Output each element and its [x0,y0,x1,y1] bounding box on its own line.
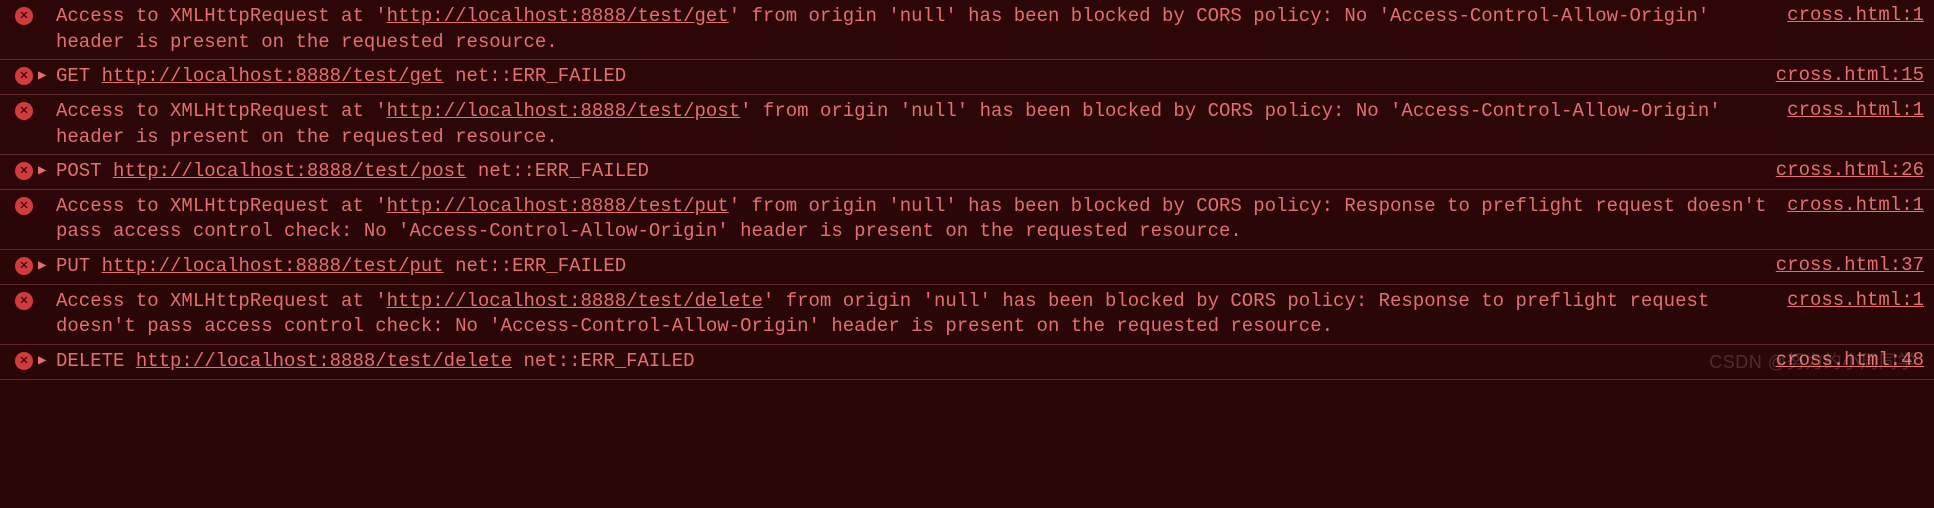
error-glyph: ✕ [20,199,28,213]
expand-spacer [38,289,56,292]
console-row[interactable]: ✕ Access to XMLHttpRequest at 'http://lo… [0,190,1934,250]
source-link[interactable]: cross.html:1 [1787,194,1924,216]
net-status: net::ERR_FAILED [478,160,649,182]
console-message: Access to XMLHttpRequest at 'http://loca… [56,194,1787,245]
expand-spacer [38,4,56,7]
error-glyph: ✕ [20,69,28,83]
error-icon: ✕ [10,159,38,180]
net-status: net::ERR_FAILED [524,350,695,372]
devtools-console[interactable]: ✕ Access to XMLHttpRequest at 'http://lo… [0,0,1934,380]
source-link[interactable]: cross.html:1 [1787,4,1924,26]
error-icon: ✕ [10,4,38,25]
console-row[interactable]: ✕ ▶ POST http://localhost:8888/test/post… [0,155,1934,190]
source-link[interactable]: cross.html:1 [1787,289,1924,311]
source-link[interactable]: cross.html:26 [1776,159,1924,181]
error-icon: ✕ [10,349,38,370]
console-row[interactable]: ✕ ▶ PUT http://localhost:8888/test/put n… [0,250,1934,285]
console-row[interactable]: ✕ Access to XMLHttpRequest at 'http://lo… [0,285,1934,345]
expand-toggle-icon[interactable]: ▶ [38,159,56,179]
source-link[interactable]: cross.html:1 [1787,99,1924,121]
console-row[interactable]: ✕ Access to XMLHttpRequest at 'http://lo… [0,0,1934,60]
console-row[interactable]: ✕ ▶ GET http://localhost:8888/test/get n… [0,60,1934,95]
http-method: POST [56,160,102,182]
expand-toggle-icon[interactable]: ▶ [38,64,56,84]
console-message: PUT http://localhost:8888/test/put net::… [56,254,1776,280]
error-glyph: ✕ [20,259,28,273]
expand-spacer [38,194,56,197]
error-glyph: ✕ [20,294,28,308]
console-row[interactable]: ✕ Access to XMLHttpRequest at 'http://lo… [0,95,1934,155]
console-message: Access to XMLHttpRequest at 'http://loca… [56,99,1787,150]
expand-toggle-icon[interactable]: ▶ [38,349,56,369]
error-icon: ✕ [10,289,38,310]
source-link[interactable]: cross.html:48 [1776,349,1924,371]
error-glyph: ✕ [20,104,28,118]
console-message: Access to XMLHttpRequest at 'http://loca… [56,289,1787,340]
console-message: DELETE http://localhost:8888/test/delete… [56,349,1776,375]
request-url[interactable]: http://localhost:8888/test/delete [387,290,763,312]
expand-toggle-icon[interactable]: ▶ [38,254,56,274]
net-status: net::ERR_FAILED [455,255,626,277]
http-method: DELETE [56,350,124,372]
console-row[interactable]: ✕ ▶ DELETE http://localhost:8888/test/de… [0,345,1934,380]
error-icon: ✕ [10,194,38,215]
request-url[interactable]: http://localhost:8888/test/post [387,100,740,122]
expand-spacer [38,99,56,102]
console-message: POST http://localhost:8888/test/post net… [56,159,1776,185]
request-url[interactable]: http://localhost:8888/test/get [102,65,444,87]
error-glyph: ✕ [20,354,28,368]
request-url[interactable]: http://localhost:8888/test/post [113,160,466,182]
request-url[interactable]: http://localhost:8888/test/get [387,5,729,27]
error-icon: ✕ [10,64,38,85]
error-glyph: ✕ [20,164,28,178]
console-message: Access to XMLHttpRequest at 'http://loca… [56,4,1787,55]
net-status: net::ERR_FAILED [455,65,626,87]
http-method: PUT [56,255,90,277]
source-link[interactable]: cross.html:15 [1776,64,1924,86]
error-icon: ✕ [10,99,38,120]
source-link[interactable]: cross.html:37 [1776,254,1924,276]
request-url[interactable]: http://localhost:8888/test/delete [136,350,512,372]
error-icon: ✕ [10,254,38,275]
http-method: GET [56,65,90,87]
console-message: GET http://localhost:8888/test/get net::… [56,64,1776,90]
request-url[interactable]: http://localhost:8888/test/put [102,255,444,277]
request-url[interactable]: http://localhost:8888/test/put [387,195,729,217]
error-glyph: ✕ [20,9,28,23]
